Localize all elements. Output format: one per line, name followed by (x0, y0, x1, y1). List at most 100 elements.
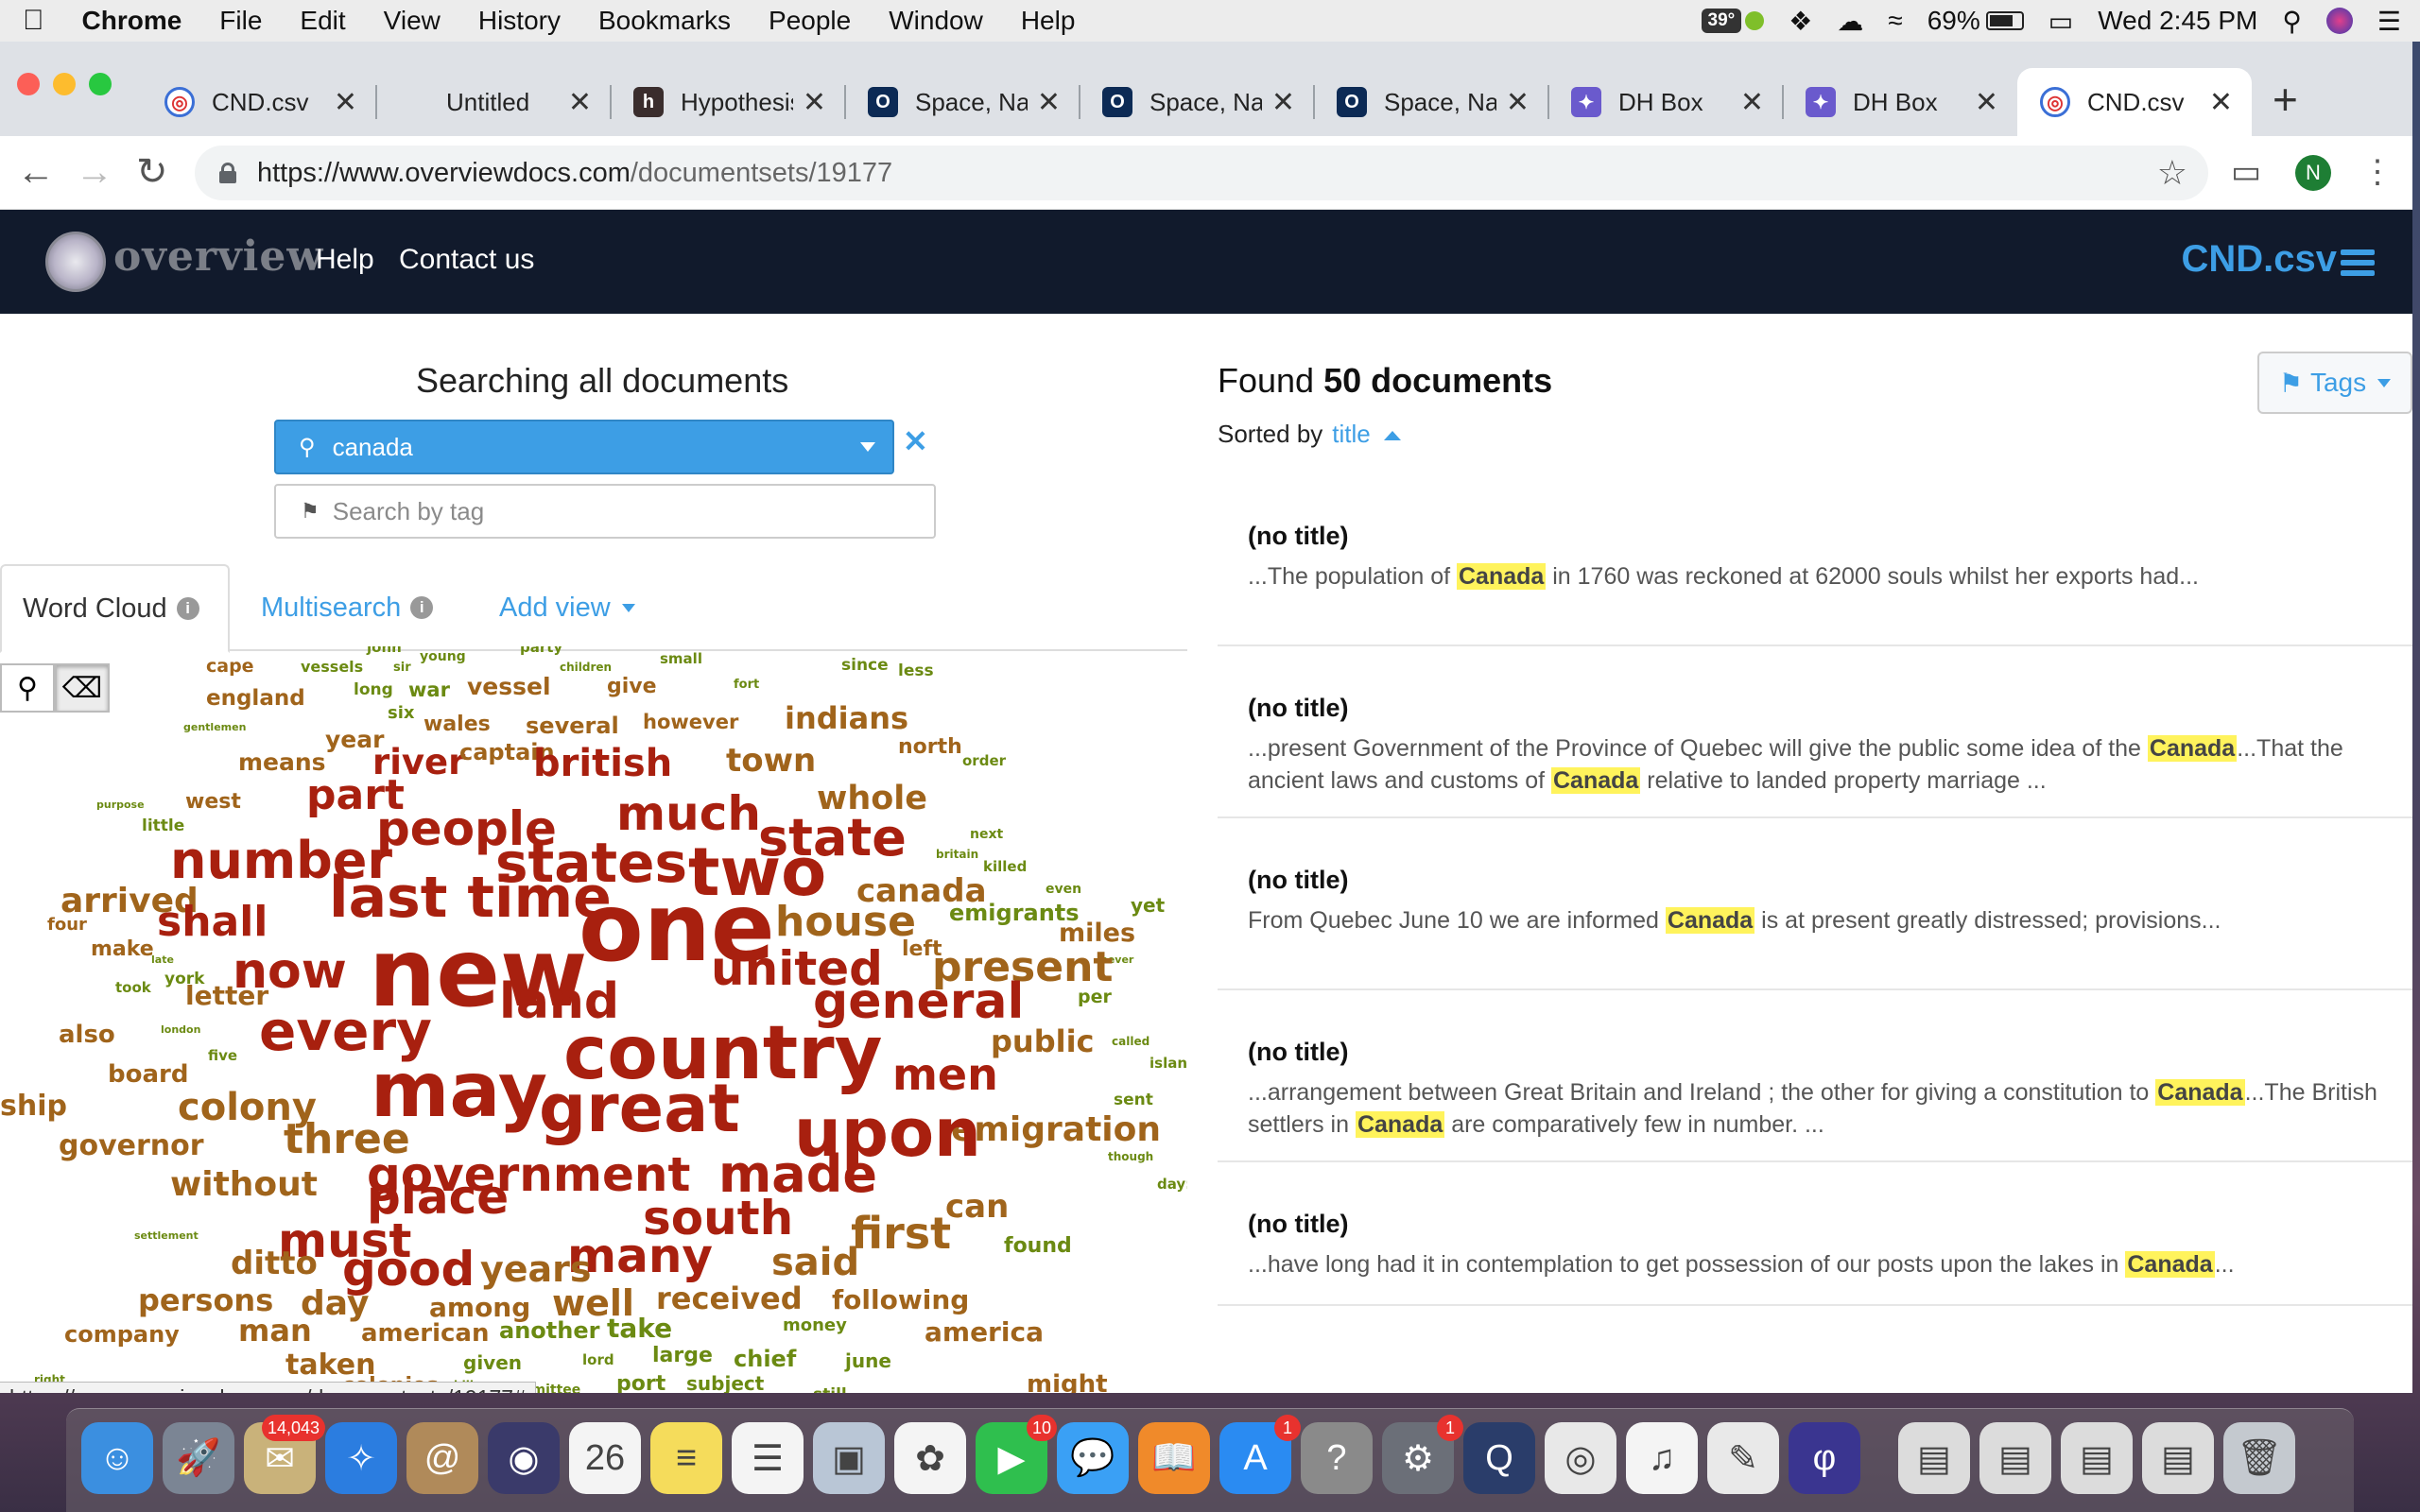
word-cloud-term[interactable]: house (775, 902, 916, 943)
itunes-icon[interactable]: ♫ (1626, 1422, 1698, 1494)
word-cloud-term[interactable]: ditto (231, 1247, 318, 1280)
word-cloud-term[interactable]: port (616, 1374, 666, 1394)
word-cloud-term[interactable]: man (238, 1315, 312, 1346)
document-title[interactable]: (no title) (1248, 866, 2412, 895)
word-cloud-term[interactable]: even (1046, 883, 1081, 896)
word-cloud-term[interactable]: young (420, 650, 466, 663)
notes-icon[interactable]: ≡ (650, 1422, 722, 1494)
document-list-item[interactable]: (no title) ...The population of Canada in… (1218, 476, 2412, 646)
word-cloud-term[interactable]: indians (785, 703, 908, 733)
apple-menu-icon[interactable]:  (0, 5, 63, 37)
word-cloud-term[interactable]: shall (157, 902, 268, 943)
word-cloud-term[interactable]: another (499, 1319, 599, 1342)
word-cloud-term[interactable]: long (354, 682, 393, 698)
quicktime-icon[interactable]: Q (1463, 1422, 1535, 1494)
word-cloud-term[interactable]: great (539, 1075, 740, 1142)
word-cloud-term[interactable]: party (520, 646, 562, 655)
word-cloud-term[interactable]: governor (59, 1132, 204, 1160)
menu-window[interactable]: Window (870, 6, 1002, 36)
document-list-item[interactable]: (no title) ...present Government of the P… (1218, 648, 2412, 818)
document-set-title[interactable]: CND.csv (2181, 238, 2337, 281)
minimize-window-button[interactable] (53, 73, 76, 95)
word-cloud-term[interactable]: cape (206, 658, 254, 676)
document-list-item[interactable]: (no title) From Quebec June 10 we are inf… (1218, 820, 2412, 990)
word-cloud-term[interactable]: yet (1131, 896, 1165, 915)
document-stack-icon[interactable]: ▤ (1979, 1422, 2051, 1494)
word-cloud-term[interactable]: london (161, 1024, 200, 1035)
word-cloud-term[interactable]: several (526, 714, 619, 737)
word-cloud-term[interactable]: day: (1157, 1177, 1187, 1192)
tab-multisearch[interactable]: Multisearch i (261, 564, 434, 651)
contacts-icon[interactable]: @ (406, 1422, 478, 1494)
word-cloud-term[interactable]: five (208, 1049, 237, 1063)
word-cloud-term[interactable]: without (170, 1168, 318, 1202)
browser-tab[interactable]: ◎ CND.csv ✕ (142, 68, 376, 136)
word-cloud-term[interactable]: less (898, 663, 934, 679)
word-cloud-term[interactable]: four (47, 917, 87, 934)
document-title[interactable]: (no title) (1248, 694, 2412, 723)
dropbox-icon[interactable]: ❖ (1789, 6, 1812, 37)
menu-app-name[interactable]: Chrome (63, 6, 201, 36)
word-cloud-term[interactable]: said (771, 1244, 859, 1281)
word-cloud-term[interactable]: britain (936, 849, 978, 860)
document-stack-icon[interactable]: ▤ (1898, 1422, 1970, 1494)
word-cloud-term[interactable]: late (151, 954, 174, 965)
browser-tab[interactable]: ◎ CND.csv ✕ (2017, 68, 2252, 136)
creative-cloud-icon[interactable]: ☁ (1837, 6, 1863, 37)
nav-contact-link[interactable]: Contact us (399, 244, 534, 276)
maximize-window-button[interactable] (89, 73, 112, 95)
info-icon[interactable]: i (410, 596, 434, 619)
word-cloud-term[interactable]: town (726, 745, 816, 777)
info-icon[interactable]: i (176, 597, 199, 620)
finder-icon[interactable]: ☺ (81, 1422, 153, 1494)
add-view-dropdown[interactable]: Add view (499, 564, 635, 651)
word-cloud-term[interactable]: john (367, 646, 402, 655)
word-cloud-term[interactable]: also (59, 1022, 115, 1047)
word-cloud-term[interactable]: still (813, 1387, 847, 1394)
launchpad-icon[interactable]: 🚀 (163, 1422, 234, 1494)
word-cloud-term[interactable]: found (1004, 1236, 1072, 1257)
mail-stamp-icon[interactable]: ✉ 14,043 (244, 1415, 325, 1494)
close-tab-icon[interactable]: ✕ (334, 86, 357, 119)
document-stack-icon[interactable]: ▤ (2061, 1422, 2133, 1494)
word-cloud-term[interactable]: vessels (301, 660, 363, 675)
app-store-icon[interactable]: A1 (1219, 1415, 1301, 1494)
address-bar[interactable]: https://www.overviewdocs.com/documentset… (195, 146, 2208, 200)
word-cloud-term[interactable]: men (892, 1053, 998, 1096)
browser-tab[interactable]: h Hypothesis ✕ (611, 68, 845, 136)
word-cloud-term[interactable]: vessel (467, 675, 551, 698)
back-button[interactable]: ← (17, 149, 55, 195)
word-cloud-term[interactable]: emigration (951, 1113, 1161, 1147)
word-cloud-term[interactable]: money (783, 1317, 847, 1334)
browser-tab[interactable]: Untitled ✕ (376, 68, 611, 136)
word-cloud-term[interactable]: north (898, 737, 962, 758)
preview-icon[interactable]: ▣ (813, 1422, 885, 1494)
siri-menu-icon[interactable] (2325, 8, 2353, 34)
word-cloud-term[interactable]: children (560, 662, 612, 673)
clear-search-icon[interactable]: ✕ (903, 423, 928, 459)
word-cloud-term[interactable]: gentlemen (183, 722, 246, 732)
system-preferences-icon[interactable]: ⚙ 1 (1382, 1415, 1463, 1494)
browser-tab[interactable]: O Space, Nat ✕ (1314, 68, 1548, 136)
word-cloud-term[interactable]: can (945, 1191, 1009, 1223)
document-title[interactable]: (no title) (1248, 1210, 2412, 1239)
word-cloud-term[interactable]: since (841, 658, 889, 674)
menu-view[interactable]: View (365, 6, 459, 36)
word-cloud-term[interactable]: june (845, 1351, 891, 1370)
nav-help-link[interactable]: Help (316, 244, 374, 276)
word-cloud-term[interactable]: might (1027, 1372, 1108, 1393)
messages-icon[interactable]: 💬 (1057, 1422, 1129, 1494)
reload-button[interactable]: ↻ (136, 149, 168, 195)
word-cloud-term[interactable]: small (660, 652, 702, 666)
bookmark-star-icon[interactable]: ☆ (2157, 153, 2187, 193)
word-cloud-term[interactable]: persons (138, 1285, 273, 1315)
notification-center-icon[interactable]: ☰ (2377, 6, 2401, 37)
word-cloud-term[interactable]: purpose (96, 799, 145, 810)
word-cloud-term[interactable]: next (970, 828, 1003, 841)
search-input[interactable]: ⚲ canada (274, 420, 894, 474)
menu-bookmarks[interactable]: Bookmarks (579, 6, 750, 36)
word-cloud-term[interactable]: fort (734, 679, 759, 691)
help-icon[interactable]: ? (1301, 1422, 1373, 1494)
word-cloud-term[interactable]: america (925, 1319, 1044, 1346)
airplay-icon[interactable]: ▭ (2048, 6, 2073, 37)
